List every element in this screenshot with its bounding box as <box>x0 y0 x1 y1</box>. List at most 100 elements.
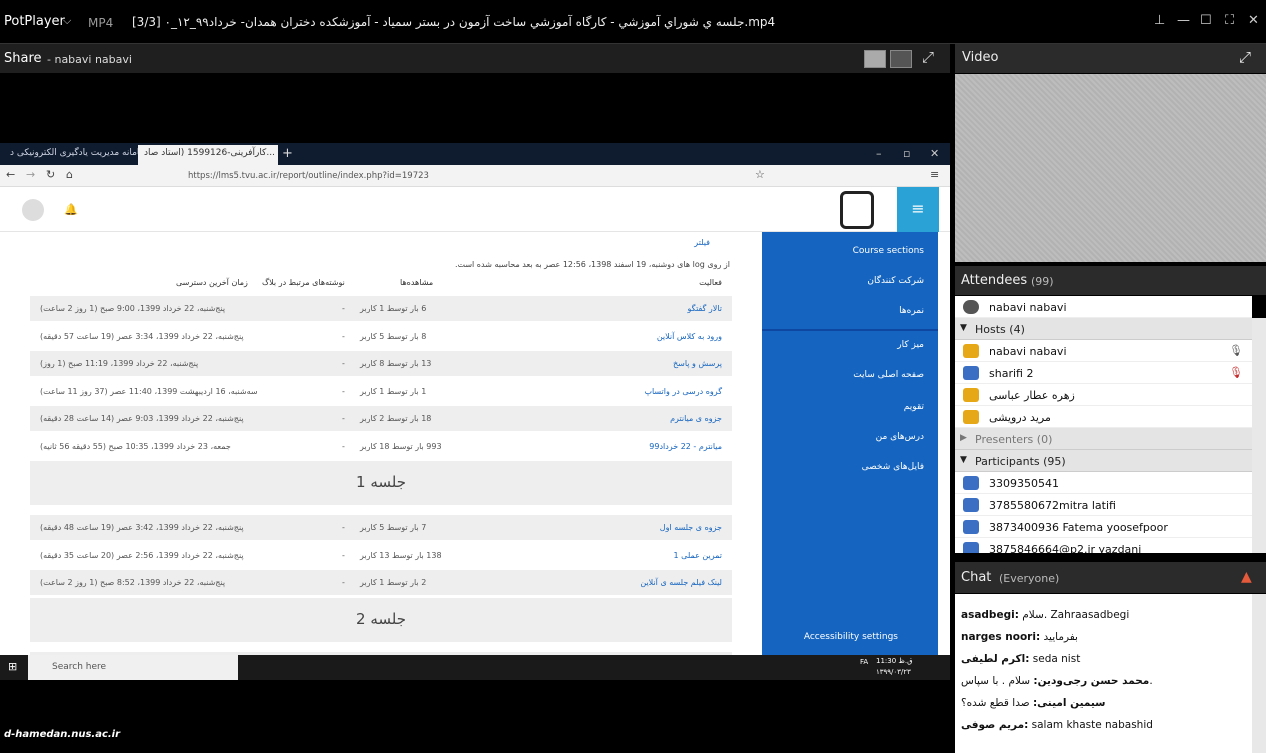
group-presenters[interactable]: ▶ Presenters (0) <box>955 428 1252 450</box>
nav-participants[interactable]: شرکت کنندگان <box>867 276 924 286</box>
expand-icon[interactable]: ⤢ <box>1239 48 1251 66</box>
user-icon <box>963 366 979 380</box>
nav-course-sections[interactable]: Course sections <box>853 246 924 256</box>
activity-link[interactable]: لینک فیلم جلسه ی آنلاین <box>640 578 722 587</box>
attendees-scrollbar[interactable] <box>1252 318 1266 553</box>
posts-cell: - <box>342 331 345 341</box>
new-tab-icon[interactable]: + <box>282 146 293 161</box>
last-access-cell: پنج‌شنبه، 22 خرداد 1399، 3:34 عصر (19 سا… <box>40 331 244 341</box>
nav-accessibility[interactable]: Accessibility settings <box>804 632 898 642</box>
clock-time[interactable]: 11:30 ق.ظ <box>876 657 913 665</box>
views-cell: 2 بار توسط 1 کاربر <box>360 578 427 587</box>
phone-icon <box>963 300 979 314</box>
fit-mode-icon[interactable] <box>890 50 912 68</box>
back-icon[interactable]: ← <box>6 168 15 181</box>
url-field[interactable]: https://lms5.tvu.ac.ir/report/outline/in… <box>188 171 429 181</box>
activity-link[interactable]: ورود به کلاس آنلاین <box>657 332 722 341</box>
reload-icon[interactable]: ↻ <box>46 168 55 181</box>
win-max-icon[interactable]: ▫ <box>903 147 910 160</box>
bookmark-star-icon[interactable]: ☆ <box>755 168 765 181</box>
win-min-icon[interactable]: – <box>876 147 882 160</box>
group-participants[interactable]: ▼ Participants (95) <box>955 450 1252 472</box>
table-header: فعالیت مشاهده‌ها نوشته‌های مرتبط در بلاگ… <box>30 276 732 294</box>
chat-sender: محمد حسن رجی‌ودین: <box>1033 675 1150 687</box>
chat-scrollbar[interactable] <box>1252 594 1266 753</box>
minimize-button[interactable]: — <box>1177 13 1190 28</box>
tab-course[interactable]: کارآفرینی-1599126 (استاد صاد... <box>138 145 278 165</box>
activity-link[interactable]: گروه درسی در واتساپ <box>644 387 722 396</box>
host-row[interactable]: مرید درویشی <box>955 406 1252 428</box>
video-area <box>955 74 1266 262</box>
nav-dashboard[interactable]: میز کار <box>897 340 924 350</box>
activity-link[interactable]: جزوه ی جلسه اول <box>660 523 722 532</box>
posts-cell: - <box>342 359 345 368</box>
bell-icon[interactable]: 🔔 <box>64 203 78 216</box>
group-hosts[interactable]: ▼ Hosts (4) <box>955 318 1252 340</box>
avatar[interactable] <box>22 199 44 221</box>
close-button[interactable]: ✕ <box>1248 13 1259 28</box>
forward-icon[interactable]: → <box>26 168 35 181</box>
nav-calendar[interactable]: تقویم <box>904 402 924 412</box>
nav-courses[interactable]: درس‌های من <box>876 432 924 442</box>
host-row[interactable]: sharifi 2 🎙 <box>955 362 1252 384</box>
participant-row[interactable]: 3873400936 Fatema yoosefpoor <box>955 516 1252 538</box>
warning-icon[interactable]: ▲ <box>1241 569 1252 585</box>
nav-divider <box>762 329 938 331</box>
activity-link[interactable]: پرسش و پاسخ <box>673 359 722 368</box>
activity-link[interactable]: میانترم - 22 خرداد99 <box>649 442 722 451</box>
table-row: پرسش و پاسخ 13 بار توسط 8 کاربر - پنج‌شنبه،… <box>30 351 732 376</box>
user-icon <box>963 520 979 534</box>
view-mode-icon[interactable] <box>864 50 886 68</box>
taskbar-search[interactable]: Search here <box>28 655 238 680</box>
host-row[interactable]: nabavi nabavi 🎙 <box>955 340 1252 362</box>
attendees-title: Attendees <box>961 273 1028 288</box>
fullscreen-button[interactable]: ⛶ <box>1225 13 1234 28</box>
nav-files[interactable]: فایل‌های شخصی <box>862 462 924 472</box>
report-content: فیلتر از روی log های دوشنبه، 19 اسفند 13… <box>20 232 750 655</box>
table-row: جزوه ی جلسه اول 7 بار توسط 5 کاربر - پنج‌شن… <box>30 515 732 540</box>
share-header: Share - nabavi nabavi ⤢ <box>0 44 950 74</box>
expand-icon[interactable]: ⤢ <box>922 48 934 66</box>
pin-icon[interactable]: ⊥ <box>1154 13 1165 28</box>
app-menu-button[interactable]: PotPlayer <box>4 14 65 29</box>
col-activity: فعالیت <box>699 278 722 287</box>
nav-grades[interactable]: نمره‌ها <box>899 306 924 316</box>
win-close-icon[interactable]: ✕ <box>930 147 939 160</box>
mic-muted-icon[interactable]: 🎙 <box>1229 366 1243 379</box>
activity-link[interactable]: تمرین عملی 1 <box>674 551 722 560</box>
participant-name: 3309350541 <box>989 477 1059 490</box>
host-row[interactable]: زهره عطار عباسی <box>955 384 1252 406</box>
my-status-row[interactable]: nabavi nabavi <box>955 296 1252 318</box>
chat-text: seda nist <box>1032 653 1081 665</box>
last-access-cell: پنج‌شنبه، 22 خرداد 1399، 3:42 عصر (19 سا… <box>40 523 244 532</box>
group-participants-label: Participants (95) <box>975 455 1066 468</box>
section-heading: جلسه 2 <box>30 597 732 642</box>
home-icon[interactable]: ⌂ <box>66 168 73 181</box>
lang-indicator[interactable]: FA <box>860 658 868 666</box>
microphone-icon[interactable]: 🎙 <box>1229 344 1243 357</box>
activity-link[interactable]: تالار گفتگو <box>688 304 722 313</box>
last-access-cell: پنج‌شنبه، 22 خرداد 1399، 11:19 صبح (1 رو… <box>40 359 199 368</box>
windows-start-icon[interactable]: ⊞ <box>8 660 17 673</box>
filter-link[interactable]: فیلتر <box>694 238 710 247</box>
chat-message: مریم صوفی: salam khaste nabashid <box>961 719 1153 731</box>
attendees-count: (99) <box>1031 275 1054 288</box>
host-icon <box>963 388 979 402</box>
col-views: مشاهده‌ها <box>400 278 434 287</box>
chat-message: asadbegi: سلام. Zahraasadbegi <box>961 609 1129 621</box>
table-row: ورود به کلاس آنلاین 8 بار توسط 5 کاربر - پن… <box>30 324 732 349</box>
maximize-button[interactable]: ☐ <box>1200 13 1212 28</box>
participant-row[interactable]: 3785580672mitra latifi <box>955 494 1252 516</box>
host-name: مرید درویشی <box>989 411 1051 424</box>
menu-toggle-button[interactable]: ≡ <box>897 187 939 232</box>
user-icon <box>963 498 979 512</box>
participant-row[interactable]: 3309350541 <box>955 472 1252 494</box>
views-cell: 18 بار توسط 2 کاربر <box>360 414 432 423</box>
participant-row[interactable]: 3875846664@p2.ir yazdani <box>955 538 1252 553</box>
chat-sender: اکرم لطیفی: <box>961 653 1030 665</box>
browser-menu-icon[interactable]: ≡ <box>930 168 939 181</box>
nav-home[interactable]: صفحه اصلی سایت <box>853 370 924 380</box>
chevron-down-icon[interactable]: ⌵ <box>63 14 71 28</box>
views-cell: 138 بار توسط 13 کاربر <box>360 550 442 560</box>
activity-link[interactable]: جزوه ی میانترم <box>670 414 722 423</box>
